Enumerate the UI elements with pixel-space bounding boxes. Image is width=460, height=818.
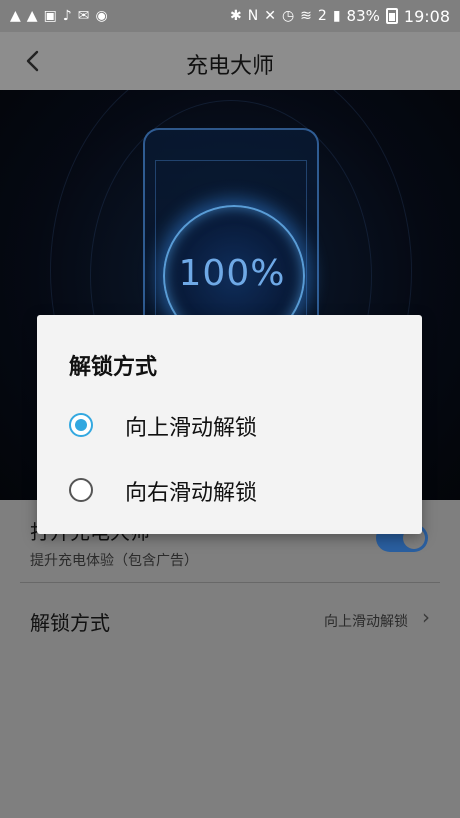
nfc-icon: N xyxy=(247,8,259,24)
unlock-method-row[interactable]: 解锁方式 向上滑动解锁 › xyxy=(0,583,460,653)
option-label: 向上滑动解锁 xyxy=(125,416,258,441)
unlock-method-dialog: 解锁方式 向上滑动解锁 向右滑动解锁 xyxy=(37,315,422,534)
status-left-icons: ▲ ▲ ▣ ♪ ✉ ◉ xyxy=(10,9,108,23)
battery-icon xyxy=(385,8,398,24)
option-swipe-right[interactable]: 向右滑动解锁 xyxy=(37,462,422,522)
mute-icon: ✕ xyxy=(264,8,276,24)
row-subtitle: 提升充电体验（包含广告） xyxy=(30,553,198,569)
row-title: 解锁方式 xyxy=(30,611,110,635)
page-title: 充电大师 xyxy=(185,54,274,79)
radio-unselected-icon[interactable] xyxy=(69,478,93,502)
sim-2-icon: 2 xyxy=(317,8,327,24)
dialog-title: 解锁方式 xyxy=(69,355,158,380)
signal-icon: ▮ xyxy=(332,8,341,24)
wifi-icon: ≋ xyxy=(300,8,312,24)
alarm-icon: ◷ xyxy=(281,8,295,24)
image-icon: ▣ xyxy=(43,8,57,24)
option-swipe-up[interactable]: 向上滑动解锁 xyxy=(37,397,422,457)
charge-percent: 100% xyxy=(178,253,286,294)
app-bar: 充电大师 xyxy=(0,32,460,90)
battery-percent: 83% xyxy=(346,7,380,25)
status-bar: ▲ ▲ ▣ ♪ ✉ ◉ ✱ N ✕ ◷ ≋ 2 ▮ 83% 19:08 xyxy=(0,0,460,32)
warning-icon: ▲ xyxy=(10,8,21,24)
radio-selected-icon[interactable] xyxy=(69,413,93,437)
warning-icon: ▲ xyxy=(26,8,38,24)
mail-icon: ✉ xyxy=(77,8,90,24)
bluetooth-icon: ✱ xyxy=(230,8,242,24)
clock: 19:08 xyxy=(403,6,450,26)
row-value: 向上滑动解锁 xyxy=(324,614,408,630)
notification-icon: ◉ xyxy=(95,8,108,24)
chevron-right-icon: › xyxy=(422,605,430,629)
option-label: 向右滑动解锁 xyxy=(125,481,258,506)
music-icon: ♪ xyxy=(62,8,72,24)
settings-list: 打开充电大师 提升充电体验（包含广告） 解锁方式 向上滑动解锁 › xyxy=(0,500,460,818)
status-right-icons: ✱ N ✕ ◷ ≋ 2 ▮ 83% 19:08 xyxy=(230,7,450,26)
